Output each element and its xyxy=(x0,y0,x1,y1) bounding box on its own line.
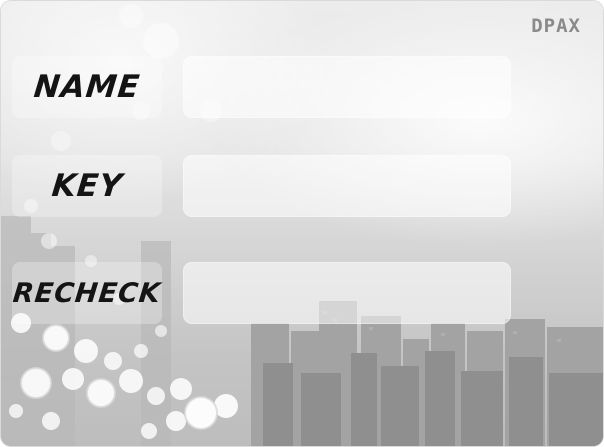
name-input[interactable] xyxy=(183,56,511,118)
name-label-box: NAME xyxy=(12,56,162,118)
key-label-box: KEY xyxy=(12,155,162,217)
name-label: NAME xyxy=(32,69,142,105)
recheck-input[interactable] xyxy=(183,262,511,324)
recheck-label: RECHECK xyxy=(11,277,163,309)
name-row: NAME xyxy=(1,56,603,122)
key-row: KEY xyxy=(1,155,603,221)
login-panel: DPAX NAME KEY RECHECK xyxy=(1,1,603,446)
recheck-label-box: RECHECK xyxy=(11,262,163,324)
recheck-row: RECHECK xyxy=(1,262,603,328)
brand-logo: DPAX xyxy=(531,15,581,37)
key-label: KEY xyxy=(49,168,125,204)
key-input[interactable] xyxy=(183,155,511,217)
